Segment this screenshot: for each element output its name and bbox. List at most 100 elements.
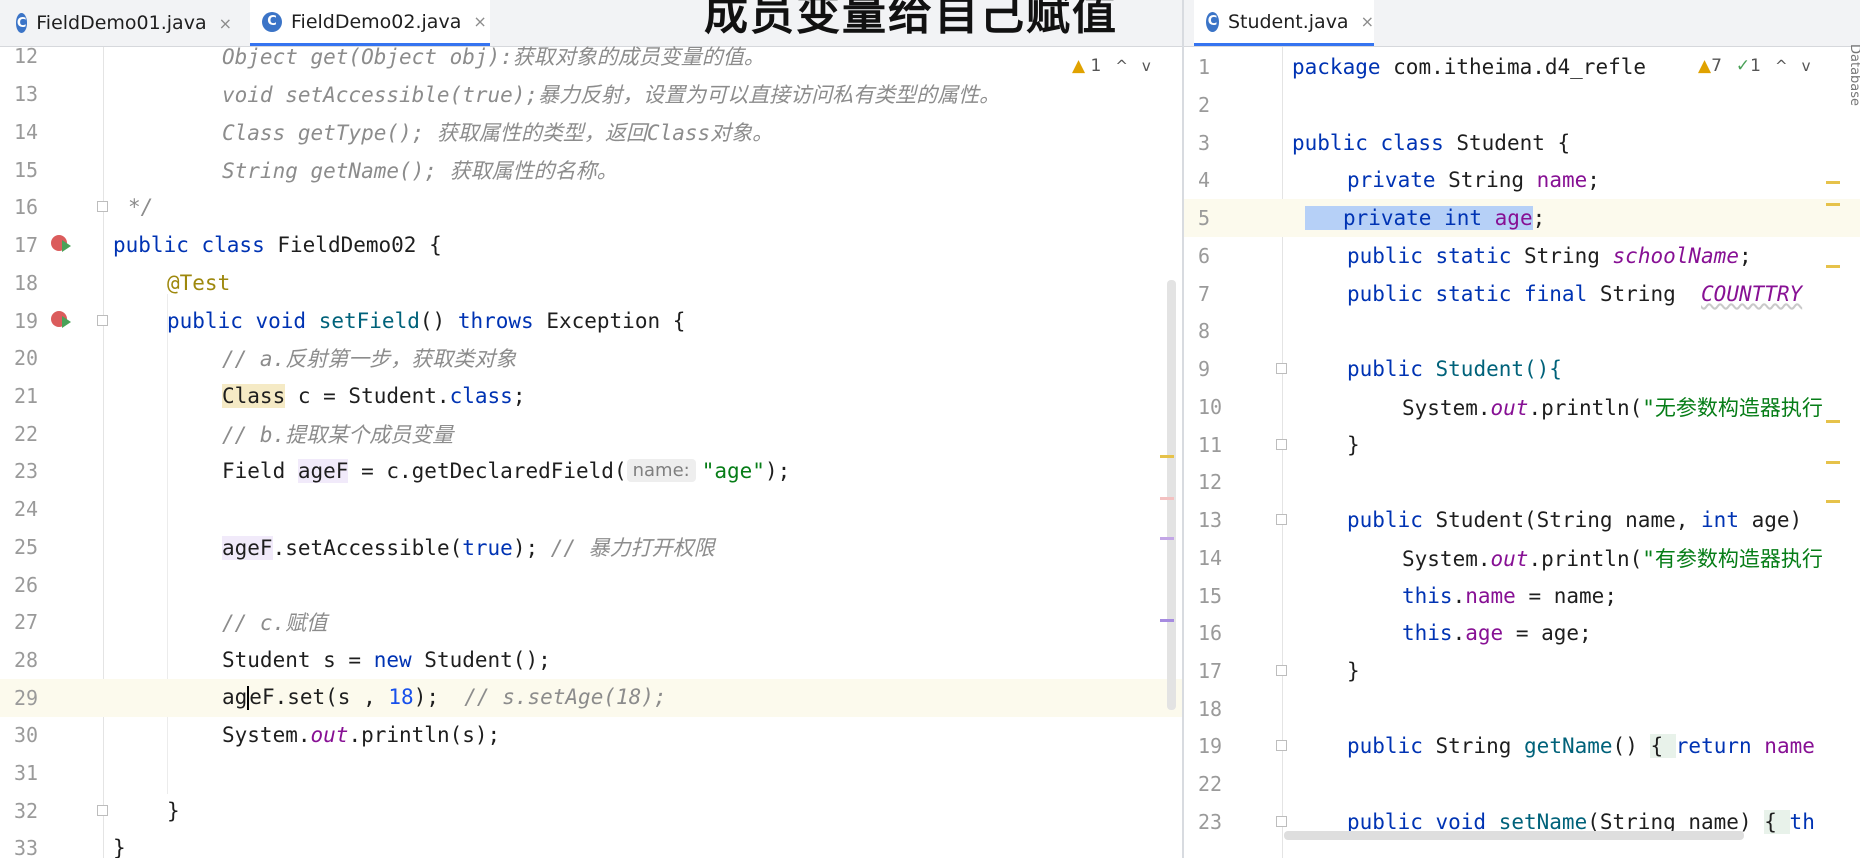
error-stripe-mark[interactable] — [1160, 455, 1174, 458]
line-number: 6 — [1198, 243, 1211, 268]
code-text[interactable]: private int age; — [1305, 205, 1545, 230]
code-text: Class getType(); 获取属性的类型，返回Class对象。 — [222, 120, 774, 145]
error-stripe-mark[interactable] — [1826, 181, 1840, 184]
fold-icon[interactable] — [97, 315, 108, 326]
run-icon[interactable] — [62, 240, 71, 252]
fold-icon[interactable] — [1276, 363, 1287, 374]
fold-icon[interactable] — [1276, 665, 1287, 676]
horizontal-scrollbar[interactable] — [1284, 831, 1744, 840]
right-editor-pane: C Student.java × Database ▲7 ✓1 ^ v 1 pa… — [1184, 0, 1860, 858]
line-number: 16 — [1198, 620, 1223, 645]
error-stripe-mark[interactable] — [1160, 497, 1174, 500]
tab-student[interactable]: C Student.java × — [1194, 0, 1374, 46]
code-line-current: 29 ageF.set(s , 18); // s.setAge(18); — [0, 679, 1182, 717]
code-text: @Test — [167, 270, 231, 295]
line-number: 12 — [14, 43, 39, 68]
code-line: 12 Object get(Object obj):获取对象的成员变量的值。 — [0, 37, 1182, 75]
line-number: 30 — [14, 722, 39, 747]
error-stripe-mark[interactable] — [1160, 537, 1174, 540]
expand-icon[interactable] — [1276, 816, 1287, 827]
line-number: 22 — [1198, 771, 1223, 796]
line-number: 21 — [14, 383, 39, 408]
code-text: Student s = new Student(); — [222, 647, 551, 672]
code-line: 15 this.name = name; — [1184, 577, 1860, 615]
code-line: 30 System.out.println(s); — [0, 716, 1182, 754]
code-line: 14 Class getType(); 获取属性的类型，返回Class对象。 — [0, 113, 1182, 151]
error-stripe-mark[interactable] — [1826, 203, 1840, 206]
code-text: // b.提取某个成员变量 — [222, 422, 454, 447]
fold-icon[interactable] — [97, 805, 108, 816]
code-text[interactable]: ageF.set(s , 18); // s.setAge(18); — [222, 685, 667, 711]
error-stripe-mark[interactable] — [1160, 619, 1174, 622]
error-stripe-mark[interactable] — [1826, 500, 1840, 503]
code-text: this.age = age; — [1402, 620, 1592, 645]
code-text: public class FieldDemo02 { — [113, 232, 442, 257]
code-line: 18 @Test — [0, 264, 1182, 302]
line-number: 4 — [1198, 167, 1211, 192]
code-line: 19 public String getName() { return name — [1184, 727, 1860, 765]
code-text: System.out.println("无参数构造器执行 — [1402, 395, 1823, 420]
code-line: 13 void setAccessible(true);暴力反射，设置为可以直接… — [0, 75, 1182, 113]
code-line: 26 — [0, 566, 1182, 604]
code-line: 13 public Student(String name, int age) — [1184, 501, 1860, 539]
code-text: public Student(){ — [1347, 356, 1562, 381]
code-line: 17 public class FieldDemo02 { — [0, 226, 1182, 264]
right-tab-bar: C Student.java × — [1184, 0, 1860, 47]
tab-label: Student.java — [1227, 10, 1349, 33]
code-text: // a.反射第一步，获取类对象 — [222, 346, 517, 371]
close-icon[interactable]: × — [1361, 12, 1374, 31]
close-icon[interactable]: × — [473, 12, 486, 31]
line-number: 23 — [14, 458, 39, 483]
line-number: 16 — [14, 194, 39, 219]
error-stripe-mark[interactable] — [1826, 461, 1840, 464]
line-number: 17 — [1198, 658, 1223, 683]
code-line: 1 package com.itheima.d4_refle — [1184, 48, 1860, 86]
code-line-current: 5 private int age; — [1184, 199, 1860, 237]
code-line: 7 public static final String COUNTTRY — [1184, 275, 1860, 313]
code-text: this.name = name; — [1402, 583, 1617, 608]
parameter-hint: name: — [626, 459, 696, 483]
line-number: 14 — [14, 119, 39, 144]
close-icon[interactable]: × — [219, 14, 232, 33]
line-number: 14 — [1198, 545, 1223, 570]
code-line: 25 ageF.setAccessible(true); // 暴力打开权限 — [0, 528, 1182, 566]
code-line: 10 System.out.println("无参数构造器执行 — [1184, 388, 1860, 426]
code-line: 31 — [0, 754, 1182, 792]
expand-icon[interactable] — [1276, 740, 1287, 751]
code-text: Field ageF = c.getDeclaredField(name: "ag… — [222, 458, 791, 483]
left-editor-pane: C FieldDemo01.java × C FieldDemo02.java … — [0, 0, 1182, 858]
fold-icon[interactable] — [97, 201, 108, 212]
code-text: public static final String COUNTTRY — [1347, 281, 1803, 306]
code-line: 9 public Student(){ — [1184, 350, 1860, 388]
line-number: 2 — [1198, 92, 1211, 117]
code-line: 33 } — [0, 829, 1182, 858]
fold-icon[interactable] — [1276, 514, 1287, 525]
line-number: 10 — [1198, 394, 1223, 419]
code-line: 3 public class Student { — [1184, 124, 1860, 162]
line-number: 19 — [1198, 733, 1223, 758]
line-number: 24 — [14, 496, 39, 521]
line-number: 20 — [14, 345, 39, 370]
video-caption-overlay: 成员变量给自己赋值 — [704, 0, 1118, 40]
line-number: 3 — [1198, 130, 1211, 155]
code-line: 20 // a.反射第一步，获取类对象 — [0, 339, 1182, 377]
error-stripe-mark[interactable] — [1826, 265, 1840, 268]
code-text: // c.赋值 — [222, 610, 328, 635]
line-number: 22 — [14, 421, 39, 446]
error-stripe-mark[interactable] — [1826, 420, 1840, 423]
code-line: 22 // b.提取某个成员变量 — [0, 415, 1182, 453]
code-line: 2 — [1184, 86, 1860, 124]
code-text: private String name; — [1347, 167, 1600, 192]
vertical-scrollbar[interactable] — [1167, 280, 1176, 710]
tab-label: FieldDemo02.java — [291, 10, 462, 33]
run-icon[interactable] — [62, 316, 71, 328]
code-line: 32 } — [0, 792, 1182, 830]
line-number: 32 — [14, 798, 39, 823]
code-line: 4 private String name; — [1184, 161, 1860, 199]
line-number: 26 — [14, 572, 39, 597]
code-line: 16 */ — [0, 188, 1182, 226]
fold-icon[interactable] — [1276, 439, 1287, 450]
code-line: 11 } — [1184, 426, 1860, 464]
line-number: 15 — [1198, 583, 1223, 608]
code-text: } — [1347, 658, 1360, 683]
